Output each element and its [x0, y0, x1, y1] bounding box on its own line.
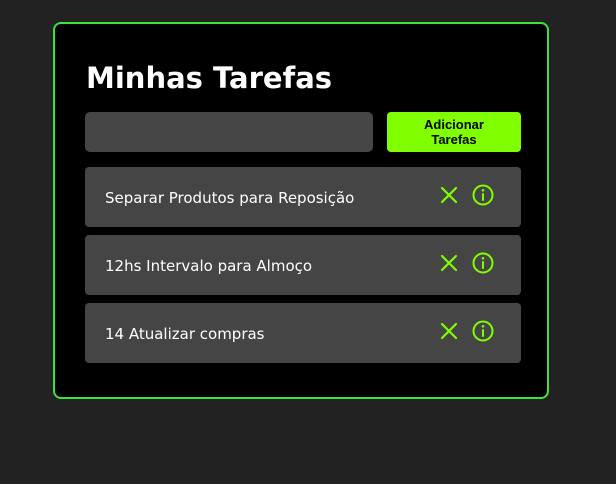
- task-item: Separar Produtos para Reposição: [85, 167, 521, 227]
- task-text: Separar Produtos para Reposição: [105, 189, 355, 207]
- info-icon: [472, 320, 494, 342]
- delete-task-button[interactable]: [437, 319, 461, 343]
- page-title: Minhas Tarefas: [86, 61, 333, 95]
- info-icon: [472, 252, 494, 274]
- task-list: Separar Produtos para Reposição 12hs Int…: [85, 167, 521, 371]
- task-info-button[interactable]: [471, 183, 495, 207]
- add-task-button[interactable]: Adicionar Tarefas: [387, 112, 521, 152]
- task-info-button[interactable]: [471, 319, 495, 343]
- task-input[interactable]: [85, 112, 373, 152]
- delete-task-button[interactable]: [437, 183, 461, 207]
- task-item: 14 Atualizar compras: [85, 303, 521, 363]
- task-text: 14 Atualizar compras: [105, 325, 265, 343]
- task-item: 12hs Intervalo para Almoço: [85, 235, 521, 295]
- delete-task-button[interactable]: [437, 251, 461, 275]
- close-icon: [440, 254, 458, 272]
- task-text: 12hs Intervalo para Almoço: [105, 257, 313, 275]
- close-icon: [440, 322, 458, 340]
- task-info-button[interactable]: [471, 251, 495, 275]
- close-icon: [440, 186, 458, 204]
- task-card: Minhas Tarefas Adicionar Tarefas Separar…: [53, 22, 549, 399]
- info-icon: [472, 184, 494, 206]
